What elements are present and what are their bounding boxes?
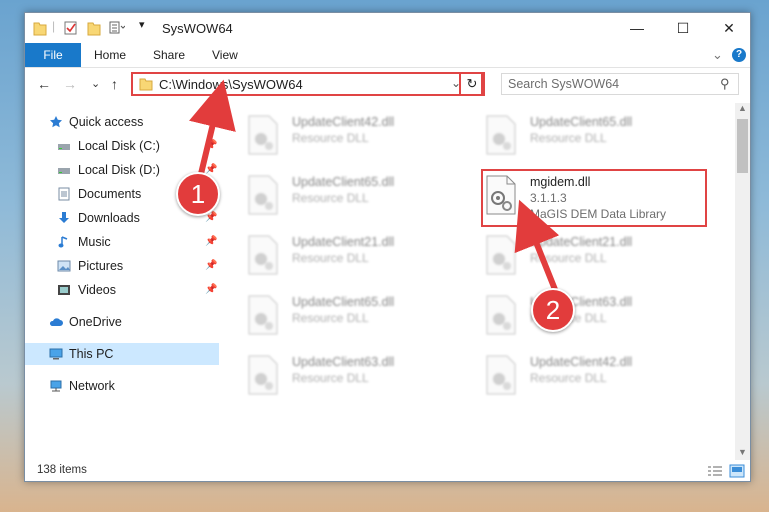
arrow-to-address-bar [189,79,236,181]
annotation-overlay [189,79,560,295]
callout-badge-1: 1 [176,172,220,216]
callout-badge-2: 2 [531,288,575,332]
arrow-to-file [514,199,560,295]
